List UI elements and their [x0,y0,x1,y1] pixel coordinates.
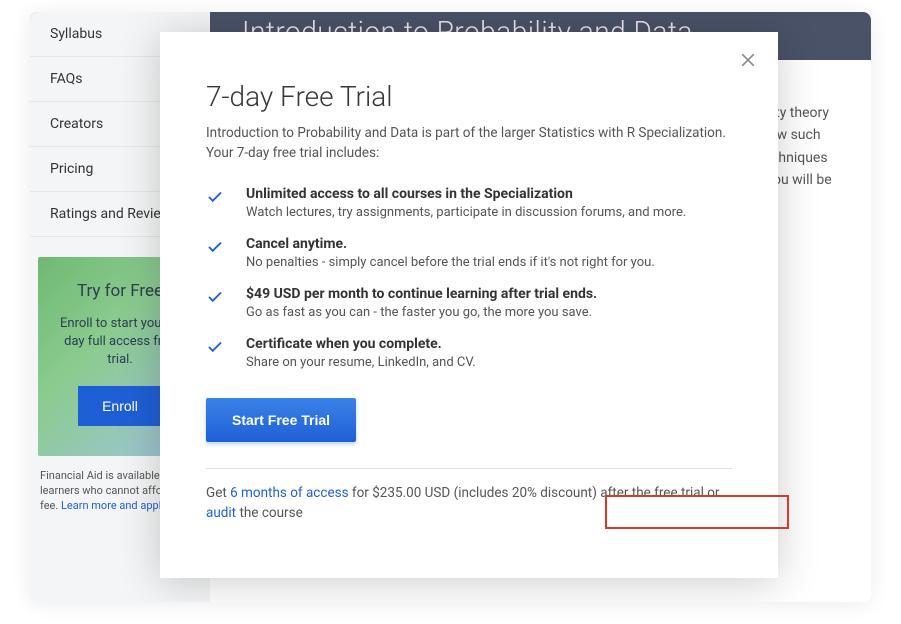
close-button[interactable] [738,50,758,70]
check-icon [206,336,246,370]
modal-overlay: 7-day Free Trial Introduction to Probabi… [30,12,871,602]
footer-mid: for $235.00 USD (includes 20% discount) … [349,485,720,501]
modal-title: 7-day Free Trial [206,80,732,113]
benefit-desc: Watch lectures, try assignments, partici… [246,205,732,220]
modal-subtitle: Introduction to Probability and Data is … [206,123,732,164]
benefit-title: Certificate when you complete. [246,336,732,352]
benefit-title: Unlimited access to all courses in the S… [246,186,732,202]
divider [206,468,732,469]
audit-link[interactable]: audit [206,505,236,521]
six-months-link[interactable]: 6 months of access [230,485,348,501]
benefit-title: $49 USD per month to continue learning a… [246,286,732,302]
check-icon [206,236,246,270]
footer-post: the course [236,505,303,521]
benefit-row: $49 USD per month to continue learning a… [206,286,732,320]
close-icon [738,50,758,70]
page-wrapper: Introduction to Probability and Data Syl… [30,12,871,602]
check-icon [206,186,246,220]
benefit-desc: Go as fast as you can - the faster you g… [246,305,732,320]
benefit-row: Unlimited access to all courses in the S… [206,186,732,220]
benefit-desc: Share on your resume, LinkedIn, and CV. [246,355,732,370]
start-free-trial-button[interactable]: Start Free Trial [206,398,356,442]
footer-pre: Get [206,485,230,501]
benefit-title: Cancel anytime. [246,236,732,252]
benefit-row: Cancel anytime. No penalties - simply ca… [206,236,732,270]
benefit-desc: No penalties - simply cancel before the … [246,255,732,270]
free-trial-modal: 7-day Free Trial Introduction to Probabi… [160,32,778,578]
benefit-row: Certificate when you complete. Share on … [206,336,732,370]
check-icon [206,286,246,320]
modal-footer-text: Get 6 months of access for $235.00 USD (… [206,483,732,524]
